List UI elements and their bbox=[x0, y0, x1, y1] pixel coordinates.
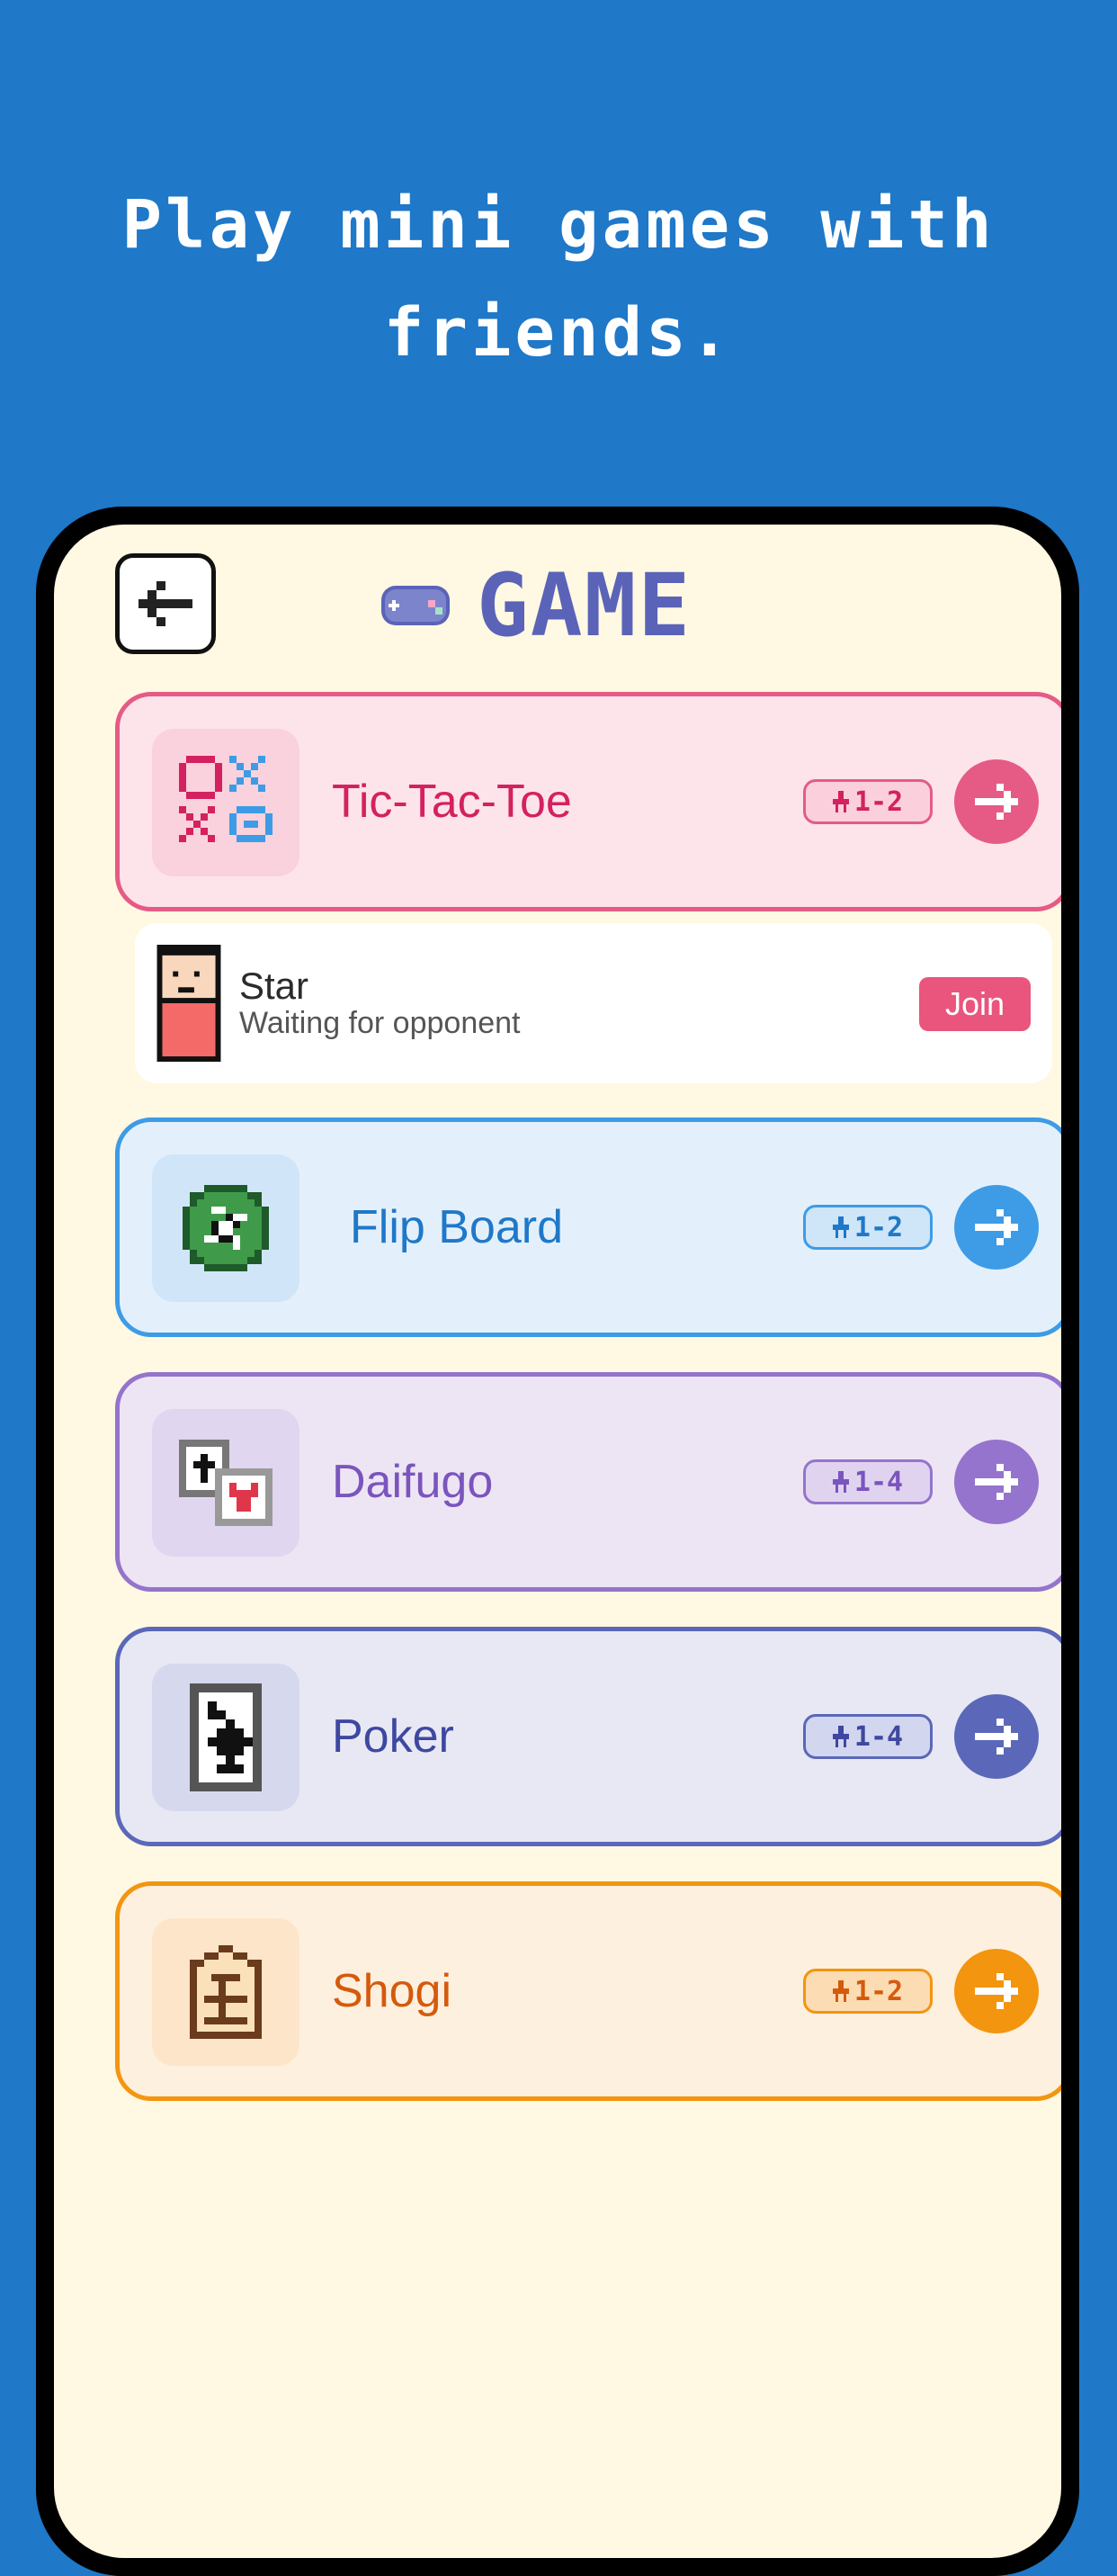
person-icon bbox=[832, 1471, 849, 1493]
arrow-right-icon bbox=[975, 1973, 1018, 2009]
game-card-tic-tac-toe[interactable]: Tic-Tac-Toe 1-2 bbox=[115, 692, 1061, 911]
waiting-room-item: Star Waiting for opponent Join bbox=[135, 923, 1052, 1083]
person-icon bbox=[832, 1980, 849, 2002]
avatar bbox=[156, 945, 221, 1062]
play-button[interactable] bbox=[954, 1949, 1039, 2033]
game-card-daifugo[interactable]: Daifugo 1-4 bbox=[115, 1372, 1061, 1592]
game-name: Poker bbox=[332, 1710, 454, 1763]
play-button[interactable] bbox=[954, 1694, 1039, 1779]
arrow-right-icon bbox=[975, 784, 1018, 820]
play-button[interactable] bbox=[954, 759, 1039, 844]
gamepad-icon bbox=[381, 586, 450, 625]
arrow-right-icon bbox=[975, 1719, 1018, 1755]
play-button[interactable] bbox=[954, 1185, 1039, 1270]
play-button[interactable] bbox=[954, 1440, 1039, 1524]
waiting-status: Waiting for opponent bbox=[239, 1006, 521, 1040]
person-icon bbox=[832, 1726, 849, 1747]
arrow-right-icon bbox=[975, 1209, 1018, 1245]
person-icon bbox=[832, 1216, 849, 1238]
game-screen: GAME Tic-Tac-Toe 1-2 Star Waiting for op… bbox=[54, 525, 1061, 2558]
playing-cards-icon bbox=[179, 1440, 273, 1526]
spade-card-icon bbox=[190, 1683, 262, 1791]
player-count-badge: 1-2 bbox=[803, 1205, 933, 1250]
game-name: Tic-Tac-Toe bbox=[332, 776, 572, 828]
game-card-shogi[interactable]: Shogi 1-2 bbox=[115, 1881, 1061, 2101]
page-header: GAME bbox=[378, 555, 692, 656]
join-button[interactable]: Join bbox=[919, 977, 1031, 1031]
player-count-badge: 1-2 bbox=[803, 779, 933, 824]
player-count-badge: 1-2 bbox=[803, 1969, 933, 2014]
arrow-right-icon bbox=[975, 1464, 1018, 1500]
game-card-poker[interactable]: Poker 1-4 bbox=[115, 1627, 1061, 1846]
player-count-badge: 1-4 bbox=[803, 1714, 933, 1759]
phone-frame: GAME Tic-Tac-Toe 1-2 Star Waiting for op… bbox=[36, 507, 1079, 2576]
player-name: Star bbox=[239, 965, 309, 1007]
othello-disc-icon bbox=[183, 1185, 269, 1271]
page-title: GAME bbox=[477, 555, 693, 656]
person-icon bbox=[832, 791, 849, 812]
player-count-badge: 1-4 bbox=[803, 1459, 933, 1504]
headline: Play mini games with friends. bbox=[121, 186, 996, 372]
game-name: Flip Board bbox=[350, 1201, 563, 1253]
game-card-flip-board[interactable]: Flip Board 1-2 bbox=[115, 1117, 1061, 1337]
game-name: Shogi bbox=[332, 1965, 451, 2017]
game-name: Daifugo bbox=[332, 1456, 494, 1508]
arrow-left-icon bbox=[139, 581, 192, 626]
back-button[interactable] bbox=[115, 553, 216, 654]
tic-tac-toe-icon bbox=[179, 756, 273, 842]
shogi-piece-icon bbox=[190, 1945, 262, 2039]
